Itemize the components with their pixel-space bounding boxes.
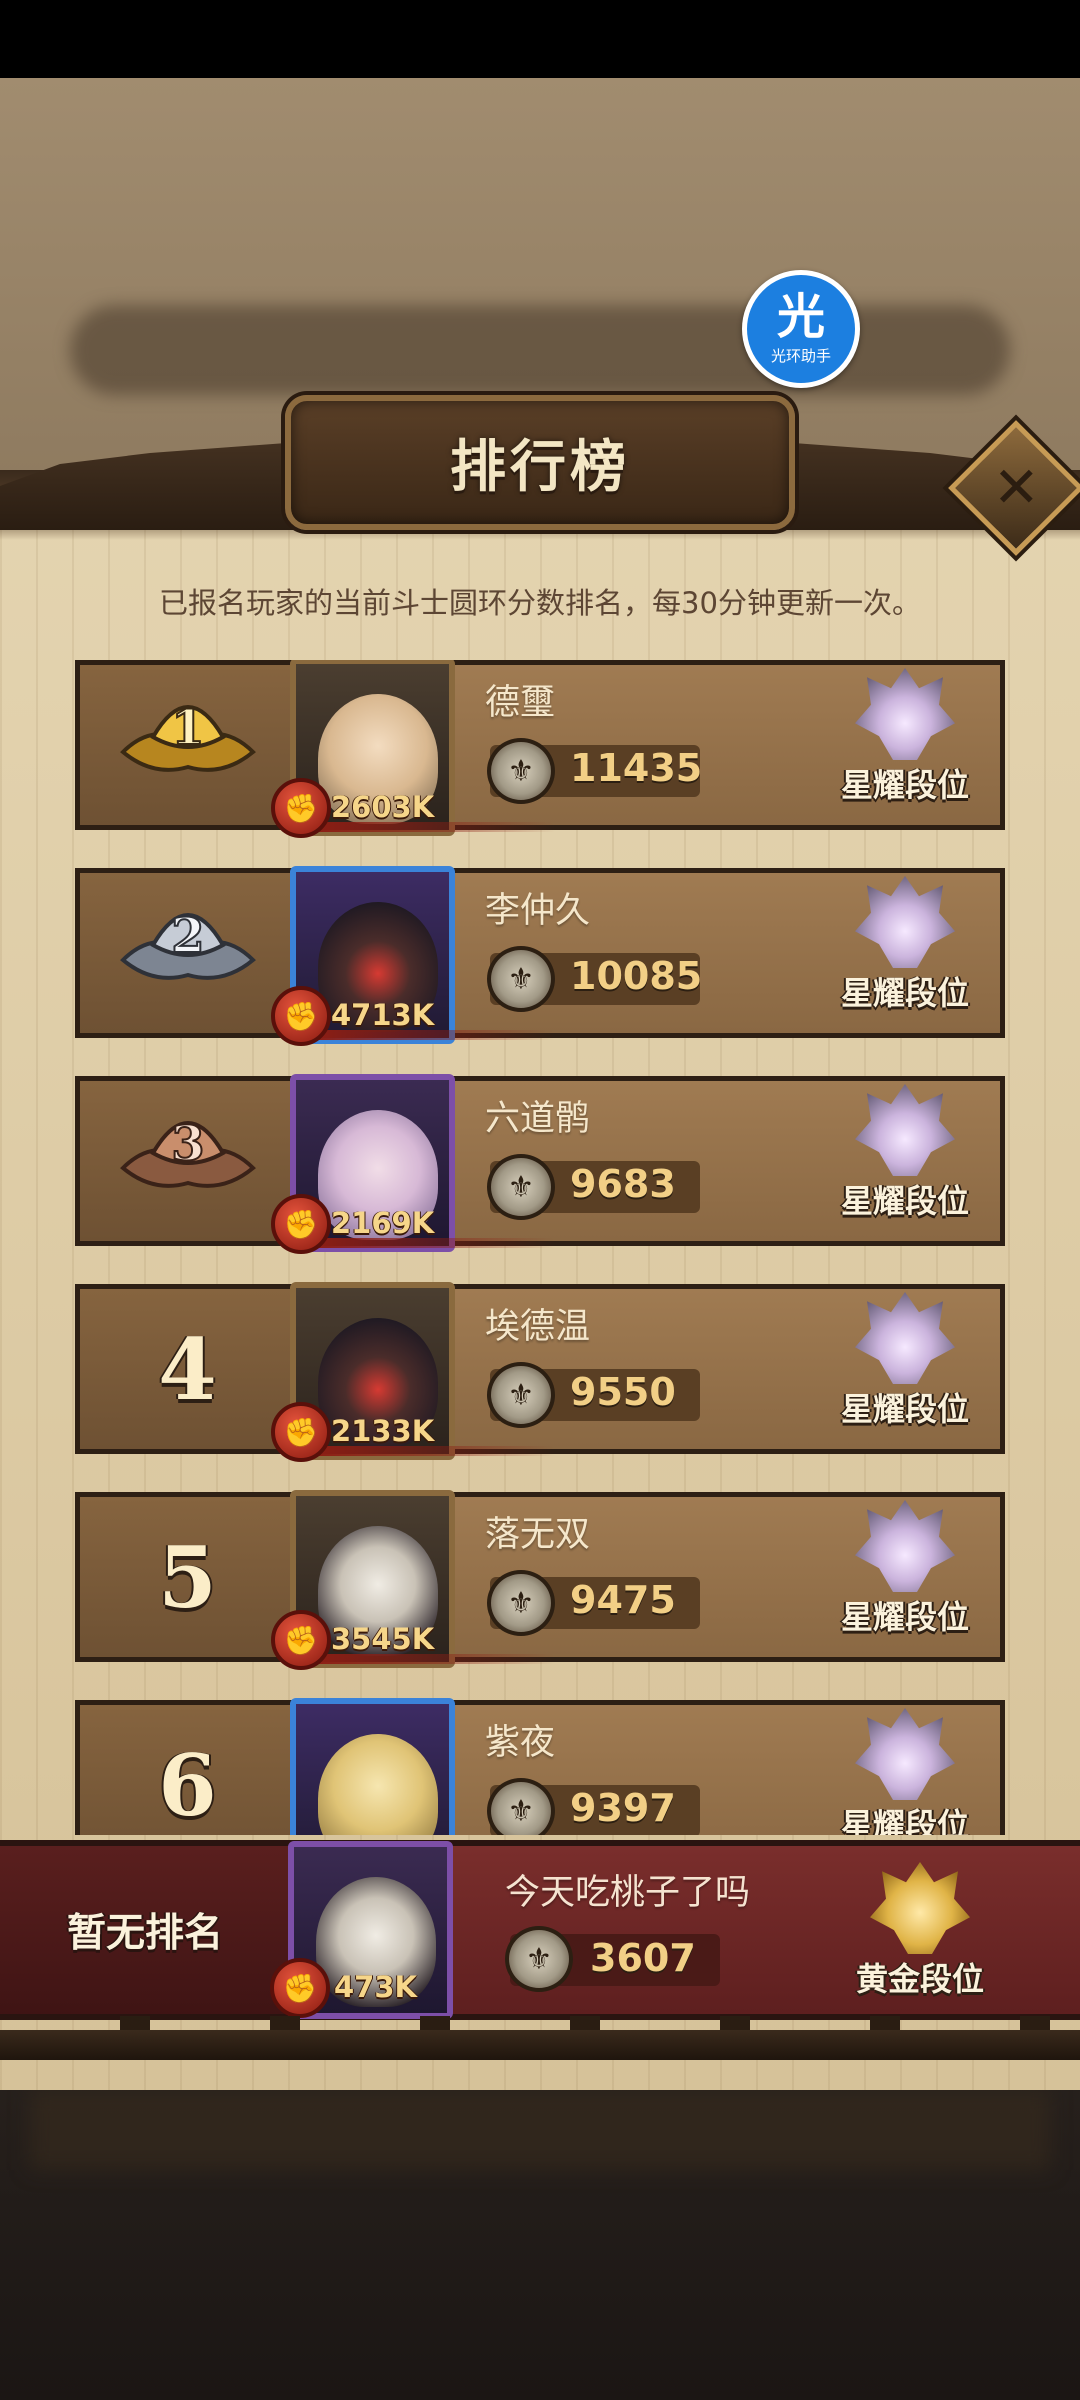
assistant-glyph: 光 (776, 288, 825, 345)
tier-badge: 星耀段位 (805, 1500, 995, 1660)
tier-label: 星耀段位 (840, 1598, 969, 1636)
my-player-name: 今天吃桃子了吗 (505, 1873, 751, 1913)
self-rank-text: 暂无排名 (66, 1911, 223, 1956)
tier-label: 星耀段位 (840, 1182, 969, 1220)
tier-badge: 星耀段位 (805, 1292, 995, 1452)
score-value: 10085 (570, 954, 703, 998)
close-icon: ✕ (992, 454, 1040, 520)
arena-score-icon: ⚜ (487, 738, 555, 804)
power-value: 2603K (331, 790, 435, 824)
fist-icon: ✊ (271, 1402, 331, 1462)
ranking-description: 已报名玩家的当前斗士圆环分数排名，每30分钟更新一次。 (159, 586, 921, 620)
score-value: 9550 (570, 1370, 676, 1414)
fist-icon: ✊ (271, 778, 331, 838)
player-name: 埃德温 (485, 1307, 591, 1347)
tier-badge: 星耀段位 (805, 1084, 995, 1244)
medal-rank-number: 3 (171, 1116, 204, 1172)
player-name: 德璽 (485, 683, 556, 723)
rank-number: 5 (158, 1527, 217, 1627)
background-blurred-bar (70, 305, 1010, 395)
player-avatar[interactable] (290, 1698, 455, 1835)
leaderboard-row[interactable]: 5 ✊ 3545K 落无双 ⚜ 9475 星耀段位 (75, 1490, 1005, 1670)
player-name: 紫夜 (485, 1723, 556, 1763)
tier-badge: 黄金段位 (820, 1862, 1010, 2022)
arena-score-icon: ⚜ (505, 1926, 573, 1992)
fist-icon: ✊ (271, 986, 331, 1046)
gold-tier-icon (870, 1862, 970, 1954)
background-blurred-tabs (30, 2090, 1050, 2170)
power-value: 2133K (331, 1414, 435, 1448)
tier-badge: 星耀段位 (805, 876, 995, 1036)
starglory-tier-icon (855, 1708, 955, 1800)
score-value: 11435 (570, 746, 703, 790)
starglory-tier-icon (855, 1292, 955, 1384)
player-name: 李仲久 (485, 891, 591, 931)
starglory-tier-icon (855, 1084, 955, 1176)
leaderboard-row[interactable]: 4 ✊ 2133K 埃德温 ⚜ 9550 星耀段位 (75, 1282, 1005, 1462)
arena-score-icon: ⚜ (487, 946, 555, 1012)
my-score-value: 3607 (590, 1936, 696, 1980)
starglory-tier-icon (855, 1500, 955, 1592)
page-title: 排行榜 (450, 435, 630, 500)
power-value: 4713K (331, 998, 435, 1032)
my-ranking-row[interactable]: 暂无排名 ✊ 473K 今天吃桃子了吗 ⚜ 3607 黄金段位 (0, 1840, 1080, 2020)
leaderboard-list[interactable]: 1 ✊ 2603K 德璽 ⚜ 11435 星耀段位 2 ✊ 4713K 李仲久 (0, 660, 1080, 1835)
tier-label: 星耀段位 (840, 766, 969, 804)
bronze-medal-icon: 3 (120, 1115, 256, 1188)
panel-bottom-rail (0, 2016, 1080, 2060)
self-rank-box: 暂无排名 (0, 1846, 290, 2014)
tier-badge: 星耀段位 (805, 668, 995, 828)
avatar-portrait (318, 1734, 438, 1835)
tier-badge: 星耀段位 (805, 1708, 995, 1835)
arena-score-icon: ⚜ (487, 1154, 555, 1220)
power-value: 3545K (331, 1622, 435, 1656)
silver-medal-icon: 2 (120, 907, 256, 980)
medal-rank-number: 2 (171, 908, 204, 964)
score-value: 9683 (570, 1162, 676, 1206)
arena-score-icon: ⚜ (487, 1778, 555, 1835)
leaderboard-row[interactable]: 6 紫夜 ⚜ 9397 星耀段位 (75, 1698, 1005, 1835)
score-value: 9397 (570, 1786, 676, 1830)
tier-label: 星耀段位 (840, 1390, 969, 1428)
assistant-floating-button[interactable]: 光 光环助手 (742, 270, 860, 388)
leaderboard-row[interactable]: 2 ✊ 4713K 李仲久 ⚜ 10085 星耀段位 (75, 866, 1005, 1046)
power-value: 2169K (331, 1206, 435, 1240)
tier-label: 星耀段位 (840, 974, 969, 1012)
arena-score-icon: ⚜ (487, 1570, 555, 1636)
starglory-tier-icon (855, 668, 955, 760)
fist-icon: ✊ (270, 1958, 330, 2018)
fist-icon: ✊ (271, 1610, 331, 1670)
gold-medal-icon: 1 (120, 699, 256, 772)
player-name: 六道鹘 (485, 1099, 591, 1139)
medal-rank-number: 1 (171, 700, 204, 756)
fist-icon: ✊ (271, 1194, 331, 1254)
tier-label: 黄金段位 (855, 1960, 984, 1998)
rank-number: 6 (158, 1735, 217, 1835)
tier-label: 星耀段位 (840, 1806, 969, 1835)
rank-number: 4 (158, 1319, 217, 1419)
status-bar-area (0, 0, 1080, 78)
arena-score-icon: ⚜ (487, 1362, 555, 1428)
player-name: 落无双 (485, 1515, 591, 1555)
score-value: 9475 (570, 1578, 676, 1622)
title-plate: 排行榜 (285, 395, 795, 530)
leaderboard-row[interactable]: 1 ✊ 2603K 德璽 ⚜ 11435 星耀段位 (75, 660, 1005, 838)
starglory-tier-icon (855, 876, 955, 968)
power-value: 473K (334, 1970, 418, 2004)
assistant-label: 光环助手 (770, 346, 831, 365)
leaderboard-row[interactable]: 3 ✊ 2169K 六道鹘 ⚜ 9683 星耀段位 (75, 1074, 1005, 1254)
